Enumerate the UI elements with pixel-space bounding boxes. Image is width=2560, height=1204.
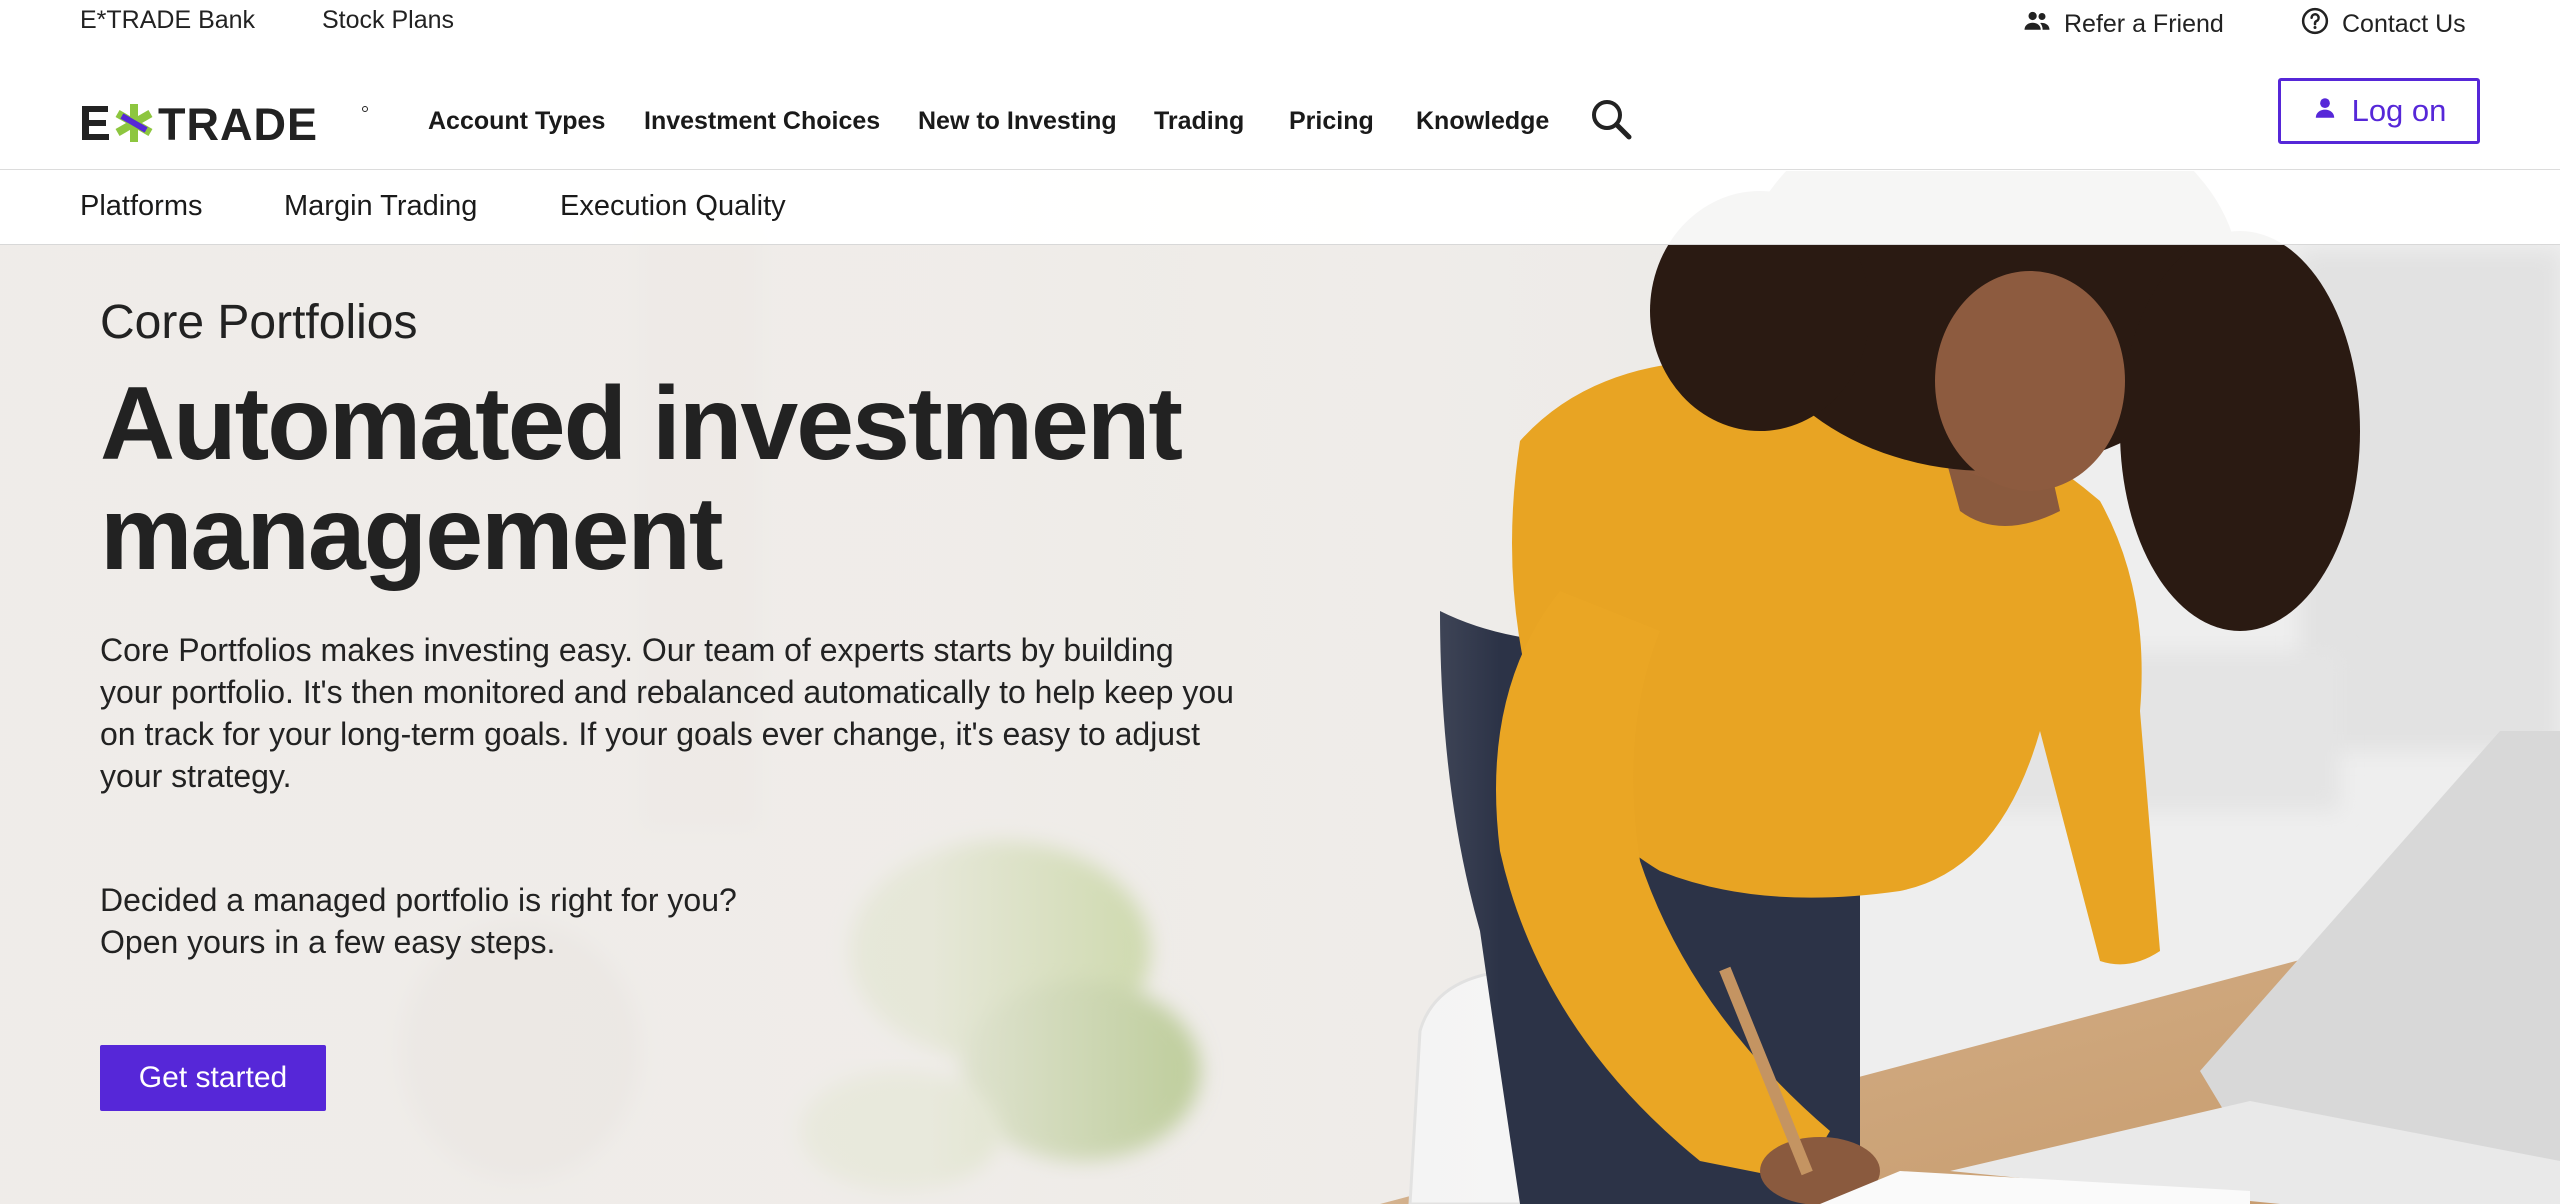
refer-a-friend-label: Refer a Friend (2064, 10, 2224, 38)
nav-new-to-investing[interactable]: New to Investing (918, 107, 1117, 136)
get-started-button[interactable]: Get started (100, 1045, 326, 1111)
log-on-button[interactable]: Log on (2278, 78, 2480, 144)
log-on-label: Log on (2351, 93, 2447, 128)
subnav-execution-quality[interactable]: Execution Quality (560, 190, 786, 223)
hero-headline-line-2: management (100, 476, 724, 592)
search-icon (1588, 100, 1634, 146)
hero-eyebrow: Core Portfolios (100, 296, 418, 349)
hero-headline: Automated investment management (100, 369, 1200, 589)
nav-account-types[interactable]: Account Types (428, 107, 605, 136)
hero-section: Core Portfolios Automated investment man… (0, 171, 2560, 1204)
main-navigation: TRADE Account Types Investment Choices N… (0, 44, 2560, 170)
hero-description: Core Portfolios makes investing easy. Ou… (100, 632, 1234, 794)
hero-cta-text: Decided a managed portfolio is right for… (100, 879, 1240, 963)
search-button[interactable] (1588, 96, 1634, 142)
etrade-logo[interactable]: TRADE (80, 99, 370, 150)
svg-text:TRADE: TRADE (158, 100, 318, 146)
question-circle-icon (2300, 6, 2330, 43)
nav-trading[interactable]: Trading (1154, 107, 1244, 136)
nav-pricing[interactable]: Pricing (1289, 107, 1374, 136)
nav-investment-choices[interactable]: Investment Choices (644, 107, 880, 136)
refer-a-friend-link[interactable]: Refer a Friend (2022, 6, 2224, 43)
hero-cta-line-2: Open yours in a few easy steps. (100, 924, 556, 960)
contact-us-link[interactable]: Contact Us (2300, 6, 2466, 43)
sub-navigation: Platforms Margin Trading Execution Quali… (0, 171, 2560, 245)
etrade-bank-link[interactable]: E*TRADE Bank (80, 6, 255, 35)
subnav-platforms[interactable]: Platforms (80, 190, 202, 223)
subnav-margin-trading[interactable]: Margin Trading (284, 190, 477, 223)
person-icon (2312, 93, 2338, 129)
stock-plans-link[interactable]: Stock Plans (322, 6, 454, 35)
nav-knowledge[interactable]: Knowledge (1416, 107, 1549, 136)
utility-bar: E*TRADE Bank Stock Plans Refer a Friend … (0, 0, 2560, 44)
hero-headline-line-1: Automated investment (100, 366, 1183, 482)
hero-cta-line-1: Decided a managed portfolio is right for… (100, 882, 737, 918)
people-icon (2022, 6, 2052, 43)
contact-us-label: Contact Us (2342, 10, 2466, 38)
